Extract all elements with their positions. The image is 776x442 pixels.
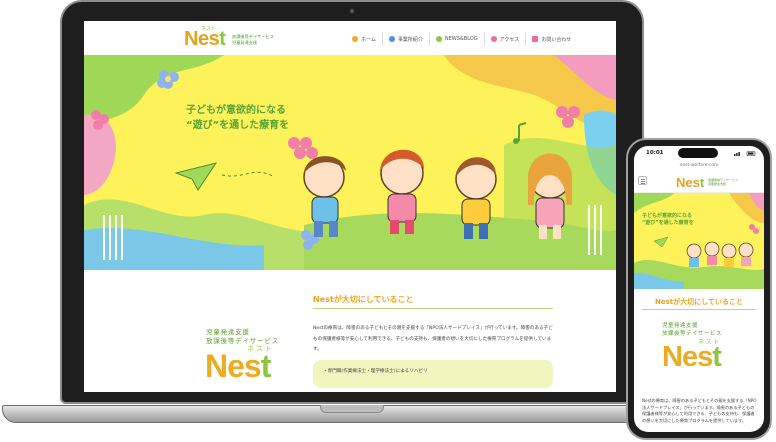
brand-logo: 児童発達支援 放課後等デイサービス ネスト Nest [205, 328, 279, 384]
laptop-camera [350, 9, 354, 13]
nav-item-news[interactable]: NEWS&BLOG [428, 32, 484, 46]
section-divider [313, 308, 553, 309]
hamburger-menu-icon[interactable] [638, 176, 647, 185]
logo-word: Nest [184, 28, 226, 50]
info-icon [388, 36, 395, 42]
phone-hero-tagline: 子どもが意欲的になる “遊び”を通した療育を [642, 213, 694, 226]
nav-item-about[interactable]: 事業所紹介 [381, 32, 429, 46]
phone-hero-illustration [634, 193, 764, 289]
nav-item-access[interactable]: アクセス [483, 32, 526, 46]
nav-item-home[interactable]: ホーム [346, 32, 382, 46]
site-logo[interactable]: ネスト Nest 放課後等デイサービス 児童発達支援 [184, 25, 280, 51]
hero-illustration [84, 55, 616, 270]
phone-brand-logo: 児童発達支援 放課後等デイサービス ネスト Nest [662, 323, 723, 373]
phone-section-paragraph: Nestの療育は、障害のある子どもとその親を支援する「NPO法人サードプレイス」… [642, 398, 757, 423]
site-header: ネスト Nest 放課後等デイサービス 児童発達支援 ホーム 事業所紹介 NEWS… [84, 21, 616, 55]
home-icon [352, 36, 358, 42]
status-bar: 10:01 [634, 146, 764, 162]
signal-battery-icon [734, 151, 756, 156]
phone-site-header: Nest 放課後等デイサービス 児童発達支援 [634, 171, 764, 193]
map-pin-icon [490, 36, 497, 42]
dynamic-island [678, 148, 718, 158]
status-time: 10:01 [646, 150, 664, 156]
phone-section-divider [642, 309, 756, 310]
phone-screen: 10:01 nest-welfare.com Nest 放課後等デイサービス 児童… [634, 146, 764, 432]
news-icon [435, 36, 442, 42]
content-section: Nestが大切にしていること Nestの療育は、障害のある子どもとその親を支援す… [84, 270, 616, 392]
section-paragraph: Nestの療育は、障害のある子どもとその親を支援する「NPO法人サードプレイス」… [313, 326, 553, 352]
url-bar[interactable]: nest-welfare.com [634, 163, 764, 168]
logo-subtitle: 放課後等デイサービス 児童発達支援 [232, 34, 274, 45]
phone-site-logo[interactable]: Nest 放課後等デイサービス 児童発達支援 [676, 173, 756, 191]
phone-section-title: Nestが大切にしていること [655, 298, 743, 306]
mail-icon [532, 36, 539, 42]
laptop-notch [320, 405, 384, 413]
nav-item-contact[interactable]: お問い合わせ [525, 32, 577, 46]
section-title: Nestが大切にしていること [313, 295, 414, 304]
phone-hero-banner: 子どもが意欲的になる “遊び”を通した療育を [634, 193, 764, 289]
hero-banner: 子どもが意欲的になる “遊び”を通した療育を [84, 55, 616, 270]
feature-callout: ・専門職(作業療法士・理学療法士)によるリハビリ [313, 360, 553, 388]
laptop-screen: ネスト Nest 放課後等デイサービス 児童発達支援 ホーム 事業所紹介 NEWS… [84, 21, 616, 392]
phone-frame: 10:01 nest-welfare.com Nest 放課後等デイサービス 児童… [626, 138, 772, 440]
main-nav: ホーム 事業所紹介 NEWS&BLOG アクセス お問い合わせ [346, 32, 577, 46]
hero-tagline: 子どもが意欲的になる “遊び”を通した療育を [186, 105, 290, 131]
device-mockup: ネスト Nest 放課後等デイサービス 児童発達支援 ホーム 事業所紹介 NEWS… [0, 0, 776, 442]
